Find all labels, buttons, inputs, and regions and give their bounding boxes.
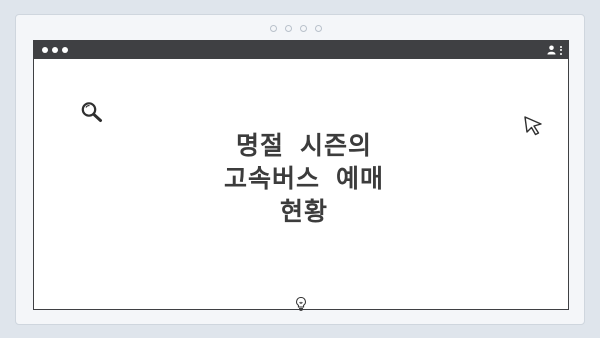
pager-dot — [285, 25, 292, 32]
cursor-arrow-icon — [524, 116, 542, 136]
search-icon — [81, 102, 102, 122]
titlebar-actions — [547, 45, 562, 55]
kebab-menu-icon[interactable] — [560, 45, 562, 55]
page-title: 명절 시즌의 고속버스 예매 현황 — [174, 129, 434, 228]
close-dot[interactable] — [42, 47, 48, 53]
window-content: 명절 시즌의 고속버스 예매 현황 — [34, 59, 568, 311]
window-titlebar — [34, 41, 568, 59]
pager-dot — [315, 25, 322, 32]
pager-dots — [270, 25, 322, 32]
pager-dot — [270, 25, 277, 32]
minimize-dot[interactable] — [52, 47, 58, 53]
lightbulb-icon — [296, 296, 306, 311]
window-controls — [42, 47, 68, 53]
title-line-1: 명절 시즌의 — [235, 131, 373, 160]
pager-dot — [300, 25, 307, 32]
title-line-2: 고속버스 예매 — [223, 164, 385, 193]
title-line-3: 현황 — [279, 197, 328, 226]
maximize-dot[interactable] — [62, 47, 68, 53]
browser-window: 명절 시즌의 고속버스 예매 현황 — [33, 40, 569, 311]
user-icon[interactable] — [547, 45, 556, 55]
